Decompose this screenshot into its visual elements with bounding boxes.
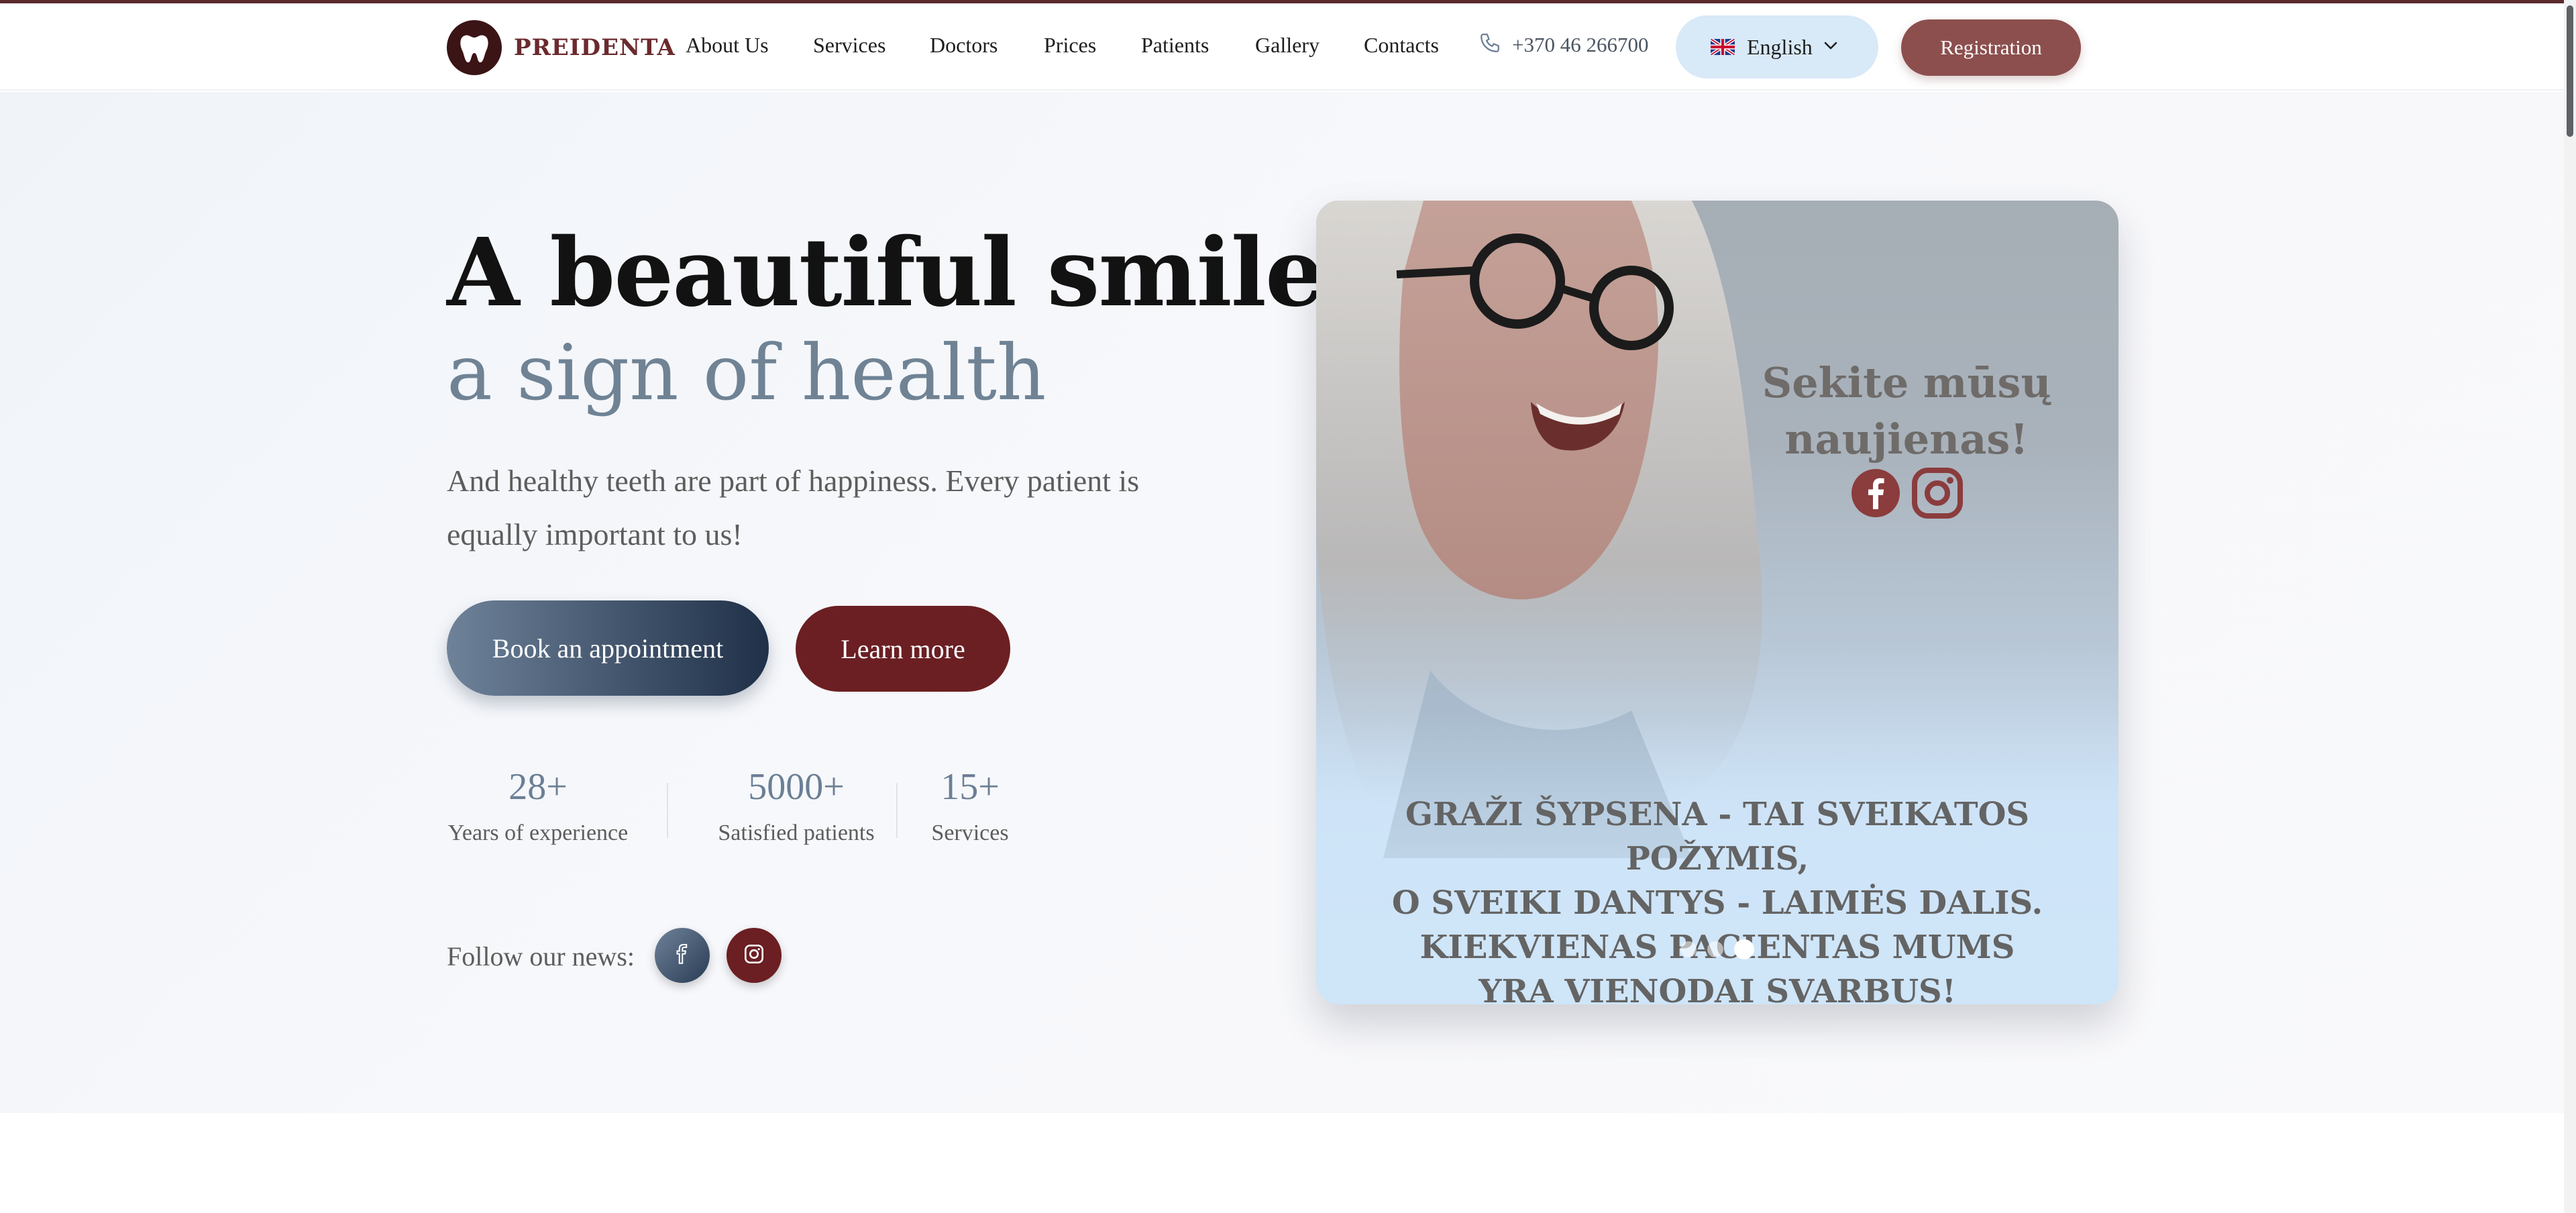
hero-title-line2: a sign of health [447, 328, 1046, 417]
stat-value: 15+ [941, 766, 1000, 808]
carousel-dot[interactable] [1680, 941, 1697, 957]
stat-label: Services [931, 821, 1009, 845]
hero-section: A beautiful smile is a sign of health An… [0, 92, 2564, 1113]
instagram-icon [743, 943, 765, 968]
hero-title-line1: A beautiful smile is [447, 218, 1442, 328]
brand-name: PREIDENTA [514, 34, 676, 61]
phone-link[interactable]: +370 46 266700 [1479, 32, 1648, 58]
carousel-dots [1316, 939, 2118, 959]
chevron-down-icon [1823, 41, 1838, 54]
nav-prices[interactable]: Prices [1044, 33, 1096, 58]
facebook-icon [672, 943, 692, 969]
next-section [0, 1113, 2564, 1213]
facebook-icon [1851, 469, 1900, 521]
nav-services[interactable]: Services [813, 33, 885, 58]
promo-caption-line: GRAŽI ŠYPSENA - TAI SVEIKATOS POŽYMIS, [1405, 796, 2030, 878]
follow-label: Follow our news: [447, 941, 635, 971]
registration-button[interactable]: Registration [1901, 19, 2081, 76]
stat-patients: 5000+ Satisfied patients [700, 768, 892, 846]
instagram-link[interactable] [727, 928, 782, 983]
stat-divider [896, 783, 898, 838]
stat-value: 28+ [508, 766, 568, 808]
promo-caption: GRAŽI ŠYPSENA - TAI SVEIKATOS POŽYMIS, O… [1316, 792, 2118, 1004]
nav-contacts[interactable]: Contacts [1364, 33, 1439, 58]
scrollbar-track[interactable] [2564, 0, 2576, 1213]
promo-carousel[interactable]: Sekite mūsų naujienas! GRAŽI ŠYPSENA - T… [1316, 201, 2118, 1004]
instagram-icon [1912, 468, 1963, 522]
carousel-dot-active[interactable] [1734, 939, 1754, 959]
language-label: English [1747, 34, 1813, 59]
stat-label: Satisfied patients [718, 821, 875, 845]
promo-caption-line: YRA VIENODAI SVARBUS! [1479, 973, 1956, 1004]
stat-value: 5000+ [748, 766, 845, 808]
stat-divider [667, 783, 668, 838]
stat-label: Years of experience [447, 821, 629, 845]
carousel-dot[interactable] [1707, 941, 1723, 957]
hero-lead: And healthy teeth are part of happiness.… [447, 464, 1140, 551]
tooth-icon [447, 20, 502, 75]
stat-services: 15+ Services [928, 768, 1012, 846]
language-select[interactable]: English [1676, 15, 1878, 78]
phone-number: +370 46 266700 [1512, 32, 1649, 56]
site-header: PREIDENTA About Us Services Doctors Pric… [0, 3, 2564, 91]
promo-social-icons [1851, 468, 1963, 522]
logo-link[interactable]: PREIDENTA [447, 19, 676, 76]
learn-more-button[interactable]: Learn more [796, 606, 1010, 692]
promo-caption-line: O SVEIKI DANTYS - LAIMĖS DALIS. [1391, 884, 2043, 922]
stat-experience: 28+ Years of experience [447, 768, 629, 846]
phone-icon [1479, 32, 1501, 58]
nav-about-us[interactable]: About Us [686, 33, 769, 58]
scrollbar-thumb[interactable] [2567, 5, 2573, 137]
nav-gallery[interactable]: Gallery [1255, 33, 1320, 58]
nav-patients[interactable]: Patients [1141, 33, 1209, 58]
uk-flag-icon [1711, 39, 1735, 55]
nav-doctors[interactable]: Doctors [930, 33, 998, 58]
book-appointment-button[interactable]: Book an appointment [447, 600, 769, 696]
facebook-link[interactable] [655, 928, 710, 983]
promo-follow-title: Sekite mūsų naujienas! [1762, 358, 2051, 464]
